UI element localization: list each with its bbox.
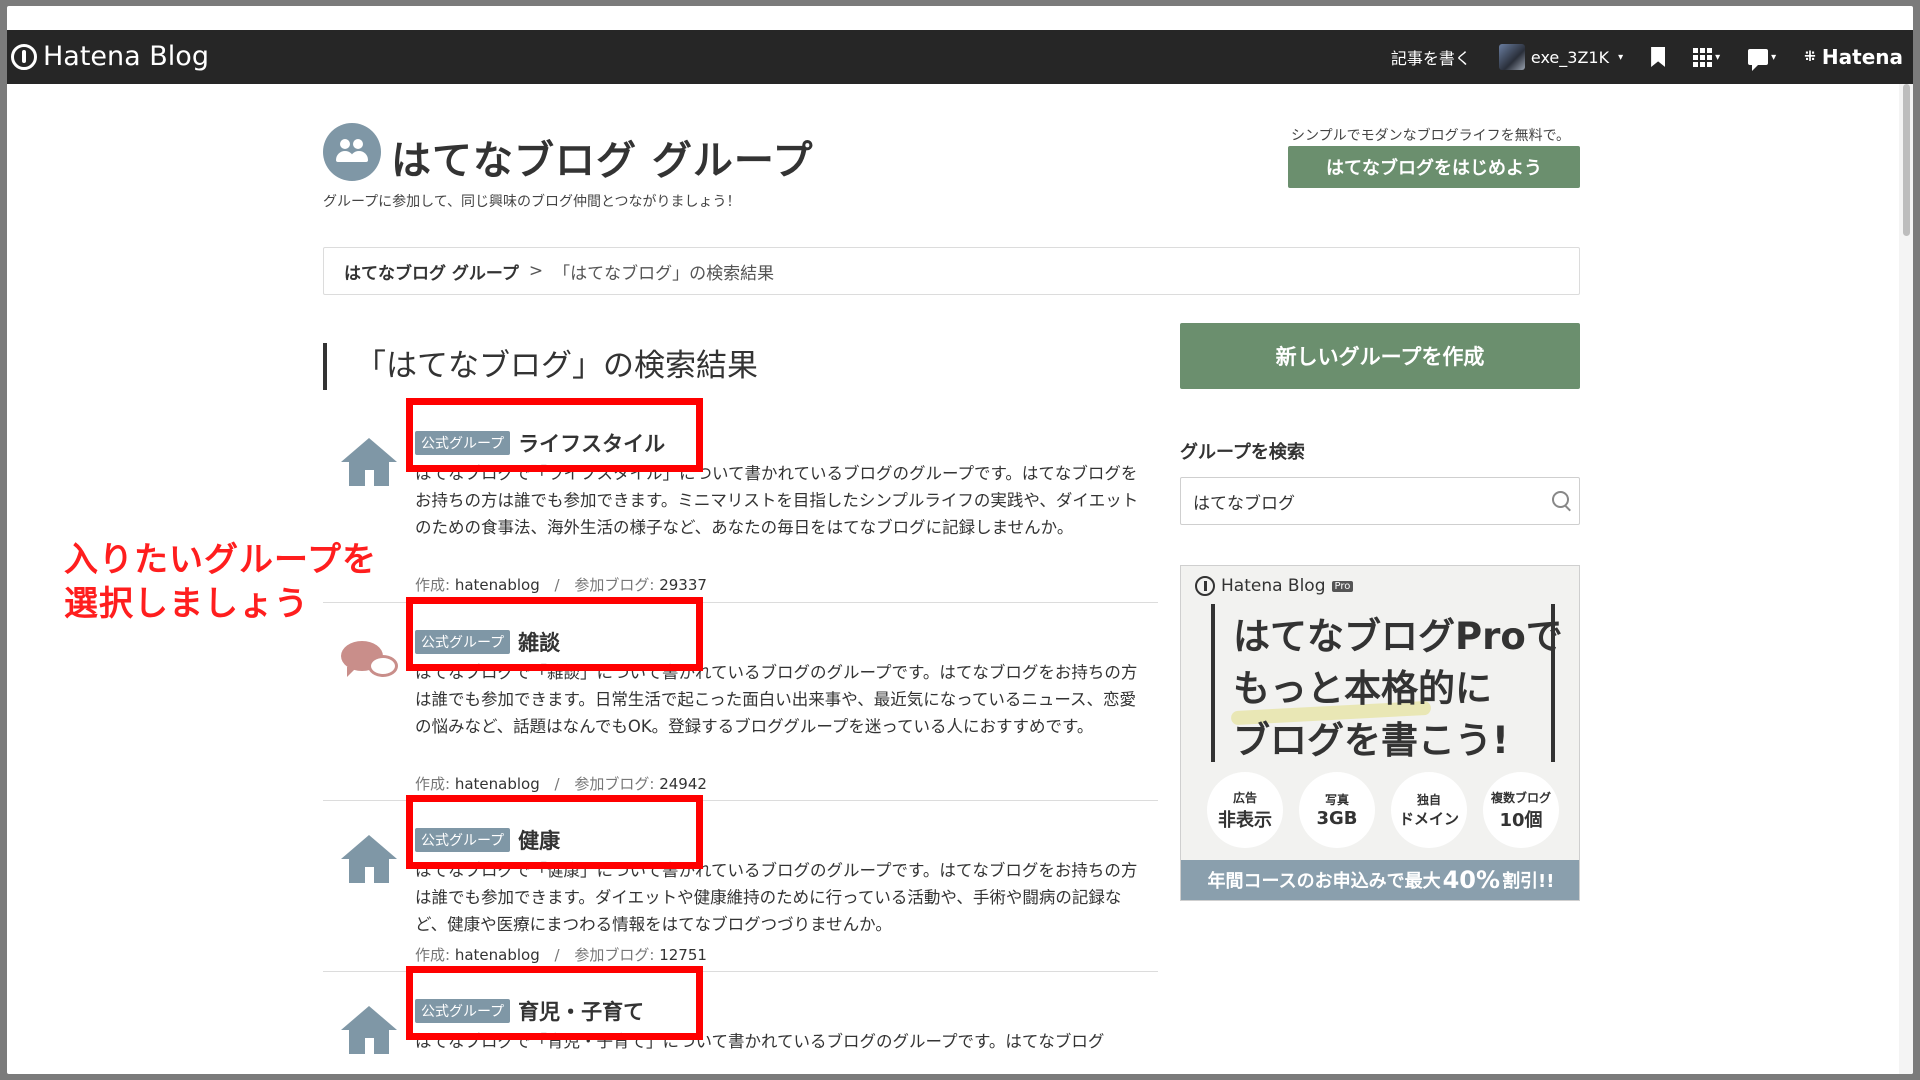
hatena-logo-icon	[1195, 576, 1215, 596]
ad-feature: 複数ブログ 10個	[1483, 772, 1559, 848]
hatena-logo-icon	[11, 43, 37, 70]
pro-ad-banner[interactable]: Hatena Blog Pro はてなブログProで もっと本格的に ブログを書…	[1180, 565, 1580, 901]
ad-copy: はてなブログProで もっと本格的に ブログを書こう!	[1211, 604, 1563, 762]
ad-features: 広告 非表示 写真 3GB 独自 ドメイン 複数ブログ 10個	[1207, 772, 1559, 848]
highlight-box	[406, 398, 703, 472]
ad-feature: 独自 ドメイン	[1391, 772, 1467, 848]
group-meta: 作成: hatenablog / 参加ブログ: 29337	[415, 576, 707, 594]
write-article-link[interactable]: 記事を書く	[1391, 45, 1471, 69]
username: exe_3Z1K	[1530, 47, 1610, 67]
blog-count: 29337	[659, 576, 707, 594]
ad-feature: 広告 非表示	[1207, 772, 1283, 848]
start-blog-button[interactable]: はてなブログをはじめよう	[1288, 146, 1580, 188]
group-meta: 作成: hatenablog / 参加ブログ: 12751	[415, 946, 707, 964]
group-meta: 作成: hatenablog / 参加ブログ: 24942	[415, 775, 707, 793]
search-value: はてなブログ	[1193, 493, 1295, 514]
house-icon	[341, 1006, 397, 1054]
breadcrumb-current: 「はてなブログ」の検索結果	[553, 263, 775, 284]
house-icon	[341, 438, 397, 486]
blog-count: 24942	[659, 775, 707, 793]
chevron-down-icon: ▾	[1771, 51, 1777, 63]
scrollbar-thumb[interactable]	[1903, 84, 1910, 236]
house-icon	[341, 835, 397, 883]
chat-bubbles-icon	[341, 637, 398, 685]
ad-logo: Hatena Blog Pro	[1195, 576, 1354, 596]
instruction-annotation: 入りたいグループを 選択しましょう	[64, 540, 377, 624]
search-results-heading: 「はてなブログ」の検索結果	[323, 343, 758, 390]
page-scrollbar[interactable]	[1899, 84, 1913, 1074]
notifications-menu[interactable]: ▾	[1748, 49, 1777, 71]
creator-link[interactable]: hatenablog	[455, 775, 540, 793]
blog-count: 12751	[659, 946, 707, 964]
search-label: グループを検索	[1180, 442, 1305, 463]
speech-bubble-icon	[1748, 49, 1769, 71]
promo-text: シンプルでモダンなブログライフを無料で。	[1291, 128, 1571, 144]
group-description: はてなブログで「健康」について書かれているブログのグループです。はてなブログをお…	[415, 861, 1138, 934]
ad-footer: 年間コースのお申込みで最大 40% 割引!!	[1181, 860, 1579, 900]
hatena-mark-icon: ⁜	[1804, 49, 1816, 65]
page-subtitle: グループに参加して、同じ興味のブログ仲間とつながりましょう！	[323, 194, 741, 210]
apps-menu[interactable]: ▾	[1693, 47, 1721, 67]
ad-feature: 写真 3GB	[1299, 772, 1375, 848]
hatena-link[interactable]: ⁜ Hatena	[1804, 45, 1903, 69]
highlight-box	[406, 795, 703, 869]
breadcrumb-separator: >	[528, 261, 544, 281]
avatar	[1498, 44, 1525, 70]
search-icon[interactable]	[1552, 491, 1569, 508]
highlight-box	[406, 597, 703, 671]
grid-icon	[1693, 47, 1713, 67]
group-description: はてなブログで「ライフスタイル」について書かれているブログのグループです。はてな…	[415, 464, 1139, 537]
page-title[interactable]: はてなブログ グループ	[391, 128, 814, 186]
chevron-down-icon: ▾	[1715, 51, 1721, 63]
browser-page: Hatena Blog 記事を書く exe_3Z1K ▾ ▾ ▾ ⁜ Haten…	[7, 6, 1913, 1074]
user-menu[interactable]: exe_3Z1K ▾	[1498, 44, 1624, 70]
group-description: はてなブログで「雑談」について書かれているブログのグループです。はてなブログをお…	[415, 663, 1138, 736]
hatena-blog-logo[interactable]: Hatena Blog	[11, 41, 209, 72]
highlight-box	[406, 966, 703, 1040]
creator-link[interactable]: hatenablog	[455, 576, 540, 594]
global-header: Hatena Blog 記事を書く exe_3Z1K ▾ ▾ ▾ ⁜ Haten…	[7, 30, 1913, 84]
creator-link[interactable]: hatenablog	[455, 946, 540, 964]
logo-text: Hatena Blog	[43, 41, 209, 72]
bookmark-icon[interactable]	[1651, 47, 1666, 67]
breadcrumb: はてなブログ グループ > 「はてなブログ」の検索結果	[323, 247, 1580, 295]
group-search-input[interactable]: はてなブログ	[1180, 477, 1580, 525]
chevron-down-icon: ▾	[1618, 51, 1624, 63]
hatena-text: Hatena	[1821, 45, 1903, 69]
group-logo-icon[interactable]	[323, 123, 381, 181]
create-group-button[interactable]: 新しいグループを作成	[1180, 323, 1580, 389]
breadcrumb-root[interactable]: はてなブログ グループ	[344, 259, 519, 284]
